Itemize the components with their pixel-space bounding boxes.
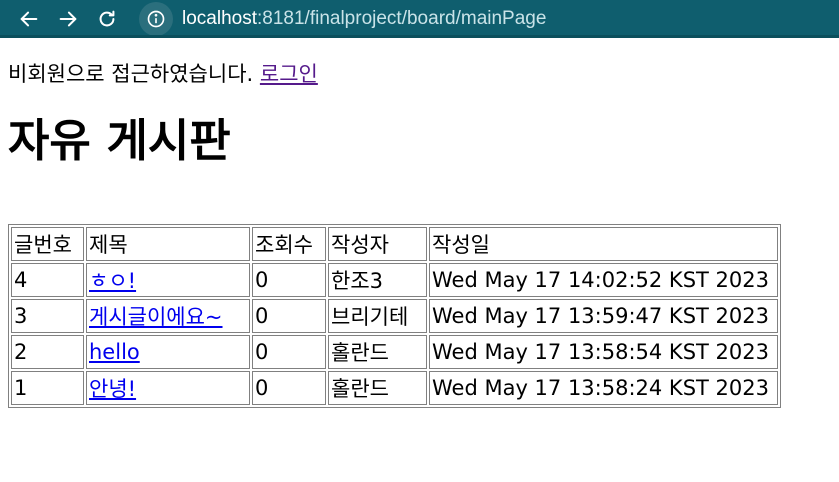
cell-author: 브리기테 <box>328 299 427 333</box>
cell-views: 0 <box>252 335 326 369</box>
guest-notice-text: 비회원으로 접근하였습니다. <box>8 62 254 86</box>
cell-views: 0 <box>252 371 326 405</box>
reload-icon <box>99 10 115 27</box>
cell-date: Wed May 17 13:58:54 KST 2023 <box>429 335 778 369</box>
cell-no: 1 <box>11 371 84 405</box>
login-link[interactable]: 로그인 <box>260 62 318 86</box>
table-row: 1 안녕! 0 홀란드 Wed May 17 13:58:24 KST 2023 <box>11 371 778 405</box>
url-path: :8181/finalproject/board/mainPage <box>257 8 547 29</box>
cell-no: 3 <box>11 299 84 333</box>
post-title-link[interactable]: hello <box>89 340 140 364</box>
header-no: 글번호 <box>11 227 84 261</box>
cell-date: Wed May 17 13:58:24 KST 2023 <box>429 371 778 405</box>
cell-no: 4 <box>11 263 84 297</box>
cell-title: 안녕! <box>86 371 250 405</box>
cell-title: hello <box>86 335 250 369</box>
info-icon <box>147 10 165 28</box>
cell-title: 게시글이에요~ <box>86 299 250 333</box>
cell-date: Wed May 17 13:59:47 KST 2023 <box>429 299 778 333</box>
cell-views: 0 <box>252 263 326 297</box>
table-header-row: 글번호 제목 조회수 작성자 작성일 <box>11 227 778 261</box>
board-table: 글번호 제목 조회수 작성자 작성일 4 ㅎㅇ! 0 한조3 Wed May 1… <box>8 224 781 408</box>
header-title: 제목 <box>86 227 250 261</box>
post-title-link[interactable]: ㅎㅇ! <box>89 269 136 293</box>
cell-author: 홀란드 <box>328 335 427 369</box>
cell-views: 0 <box>252 299 326 333</box>
header-author: 작성자 <box>328 227 427 261</box>
site-info-button[interactable] <box>139 2 173 36</box>
table-row: 3 게시글이에요~ 0 브리기테 Wed May 17 13:59:47 KST… <box>11 299 778 333</box>
arrow-left-icon <box>20 11 38 27</box>
header-views: 조회수 <box>252 227 326 261</box>
browser-toolbar: localhost:8181/finalproject/board/mainPa… <box>0 0 839 38</box>
table-row: 2 hello 0 홀란드 Wed May 17 13:58:54 KST 20… <box>11 335 778 369</box>
arrow-right-icon <box>59 11 77 27</box>
url-text[interactable]: localhost:8181/finalproject/board/mainPa… <box>182 8 546 30</box>
cell-date: Wed May 17 14:02:52 KST 2023 <box>429 263 778 297</box>
url-host: localhost <box>182 8 257 29</box>
page-content: 비회원으로 접근하였습니다. 로그인 자유 게시판 글번호 제목 조회수 작성자… <box>0 61 839 408</box>
cell-author: 홀란드 <box>328 371 427 405</box>
post-title-link[interactable]: 게시글이에요~ <box>89 305 223 329</box>
page-title: 자유 게시판 <box>8 114 231 167</box>
header-date: 작성일 <box>429 227 778 261</box>
address-bar[interactable]: localhost:8181/finalproject/board/mainPa… <box>137 1 839 37</box>
back-button[interactable] <box>13 3 45 35</box>
reload-button[interactable] <box>91 3 123 35</box>
table-row: 4 ㅎㅇ! 0 한조3 Wed May 17 14:02:52 KST 2023 <box>11 263 778 297</box>
cell-author: 한조3 <box>328 263 427 297</box>
cell-no: 2 <box>11 335 84 369</box>
guest-notice: 비회원으로 접근하였습니다. 로그인 <box>8 61 831 87</box>
post-title-link[interactable]: 안녕! <box>89 377 136 401</box>
cell-title: ㅎㅇ! <box>86 263 250 297</box>
forward-button[interactable] <box>52 3 84 35</box>
